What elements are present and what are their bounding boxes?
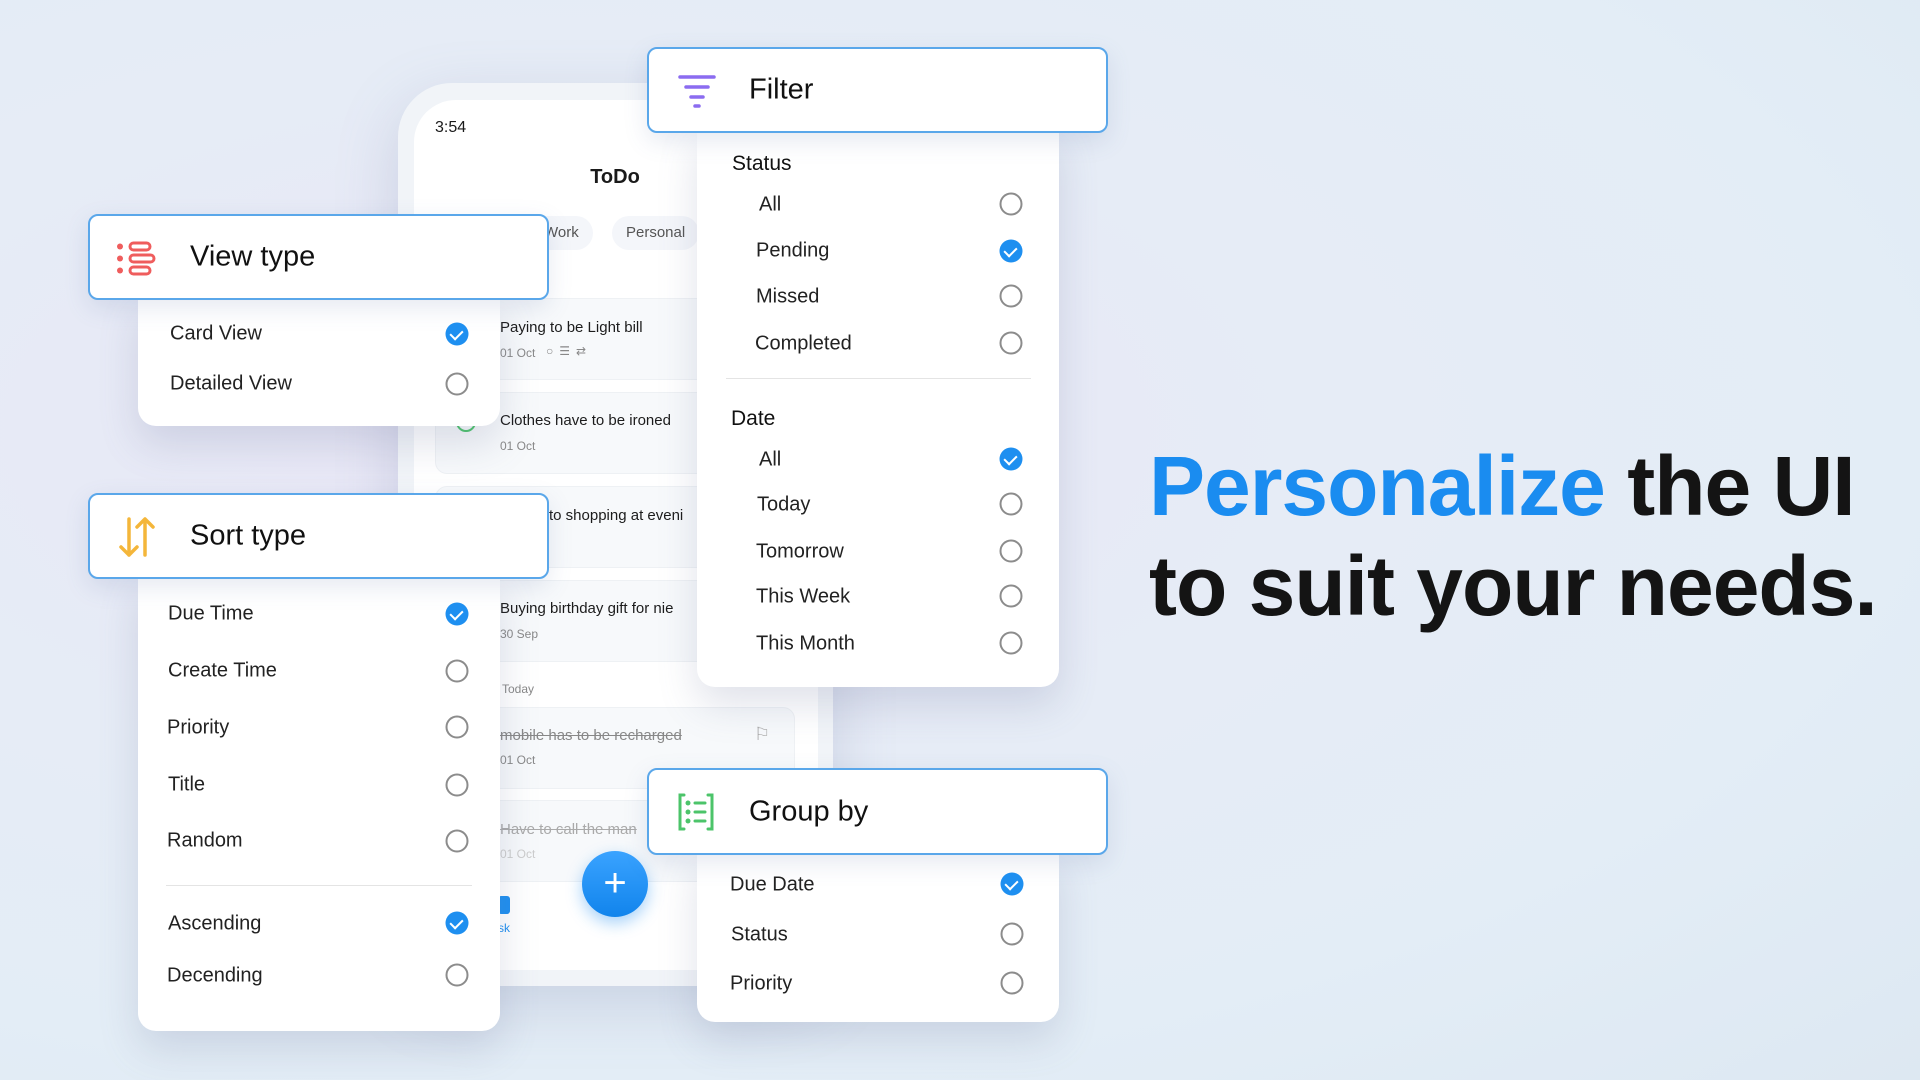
radio-status-all[interactable] [999,192,1023,216]
radio-decending[interactable] [445,963,469,987]
flag-icon[interactable]: ⚐ [754,724,770,745]
radio-date-today[interactable] [999,492,1023,516]
filter-icon [678,75,716,108]
status-pending[interactable]: Pending [756,240,829,263]
filter-title: Filter [749,73,814,106]
option-priority[interactable]: Priority [167,717,229,740]
chip-personal[interactable]: Personal [612,216,700,250]
task-date: 01 Oct [500,346,536,360]
divider [166,885,472,886]
date-today[interactable]: Today [757,494,810,517]
radio-priority[interactable] [445,715,469,739]
task-date: 01 Oct [500,847,536,861]
status-heading: Status [732,152,792,175]
sort-type-panel [138,575,500,1031]
task-date: 01 Oct [500,439,536,453]
add-task-button[interactable]: + [582,851,648,917]
section-today: Today [502,682,535,696]
radio-status-completed[interactable] [999,331,1023,355]
option-card-view[interactable]: Card View [170,323,262,346]
headline: Personalize the UI to suit your needs. [1149,436,1878,636]
radio-date-tomorrow[interactable] [999,539,1023,563]
group-by-header: Group by [647,768,1108,855]
date-this-week[interactable]: This Week [756,586,850,609]
reminder-subtask-repeat-icons: ○☰⇄ [546,344,593,358]
task-title: Paying to be Light bill [500,319,643,336]
status-time: 3:54 [435,119,467,136]
radio-date-this-week[interactable] [999,584,1023,608]
task-title: to shopping at eveni [549,507,684,524]
option-random[interactable]: Random [167,830,243,853]
date-this-month[interactable]: This Month [756,633,855,656]
option-ascending[interactable]: Ascending [168,913,261,936]
task-date: 01 Oct [500,753,536,767]
task-date: 30 Sep [500,627,539,641]
group-status[interactable]: Status [731,924,788,947]
option-title[interactable]: Title [168,774,205,797]
radio-status-missed[interactable] [999,284,1023,308]
task-title: Have to call the man [500,821,637,838]
headline-highlight: Personalize [1149,439,1606,533]
option-decending[interactable]: Decending [167,965,263,988]
app-title: ToDo [590,166,640,188]
grouped-list-icon [678,793,714,831]
view-type-panel [138,296,500,426]
sort-arrows-icon [119,517,155,557]
headline-line-1: Personalize the UI [1149,436,1877,536]
radio-due-time[interactable] [445,602,469,626]
group-by-title: Group by [749,795,869,827]
task-title: Clothes have to be ironed [500,412,671,429]
status-missed[interactable]: Missed [756,286,819,309]
radio-status-pending[interactable] [999,239,1023,263]
divider [726,378,1031,379]
radio-group-priority[interactable] [1000,971,1024,995]
radio-date-all[interactable] [999,447,1023,471]
headline-rest: the UI [1604,439,1855,533]
radio-ascending[interactable] [445,911,469,935]
date-heading: Date [731,407,776,430]
task-title: mobile has to be recharged [500,727,682,744]
radio-title[interactable] [445,773,469,797]
radio-detailed-view[interactable] [445,372,469,396]
sort-type-title: Sort type [190,519,307,552]
sort-type-header: Sort type [88,493,549,579]
option-detailed-view[interactable]: Detailed View [170,373,292,396]
date-tomorrow[interactable]: Tomorrow [756,541,844,564]
group-priority[interactable]: Priority [730,973,792,996]
view-type-title: View type [190,240,316,273]
group-due-date[interactable]: Due Date [730,874,815,897]
status-completed[interactable]: Completed [755,333,852,356]
radio-random[interactable] [445,829,469,853]
option-create-time[interactable]: Create Time [168,660,277,683]
radio-group-status[interactable] [1000,922,1024,946]
view-type-header: View type [88,214,549,300]
headline-line-2: to suit your needs. [1149,539,1878,633]
filter-header: Filter [647,47,1108,133]
date-all[interactable]: All [759,449,781,472]
radio-create-time[interactable] [445,659,469,683]
status-all[interactable]: All [759,194,781,217]
list-icon [117,241,156,276]
radio-group-due-date[interactable] [1000,872,1024,896]
radio-date-this-month[interactable] [999,631,1023,655]
task-title: Buying birthday gift for nie [500,600,674,617]
radio-card-view[interactable] [445,322,469,346]
option-due-time[interactable]: Due Time [168,603,254,626]
